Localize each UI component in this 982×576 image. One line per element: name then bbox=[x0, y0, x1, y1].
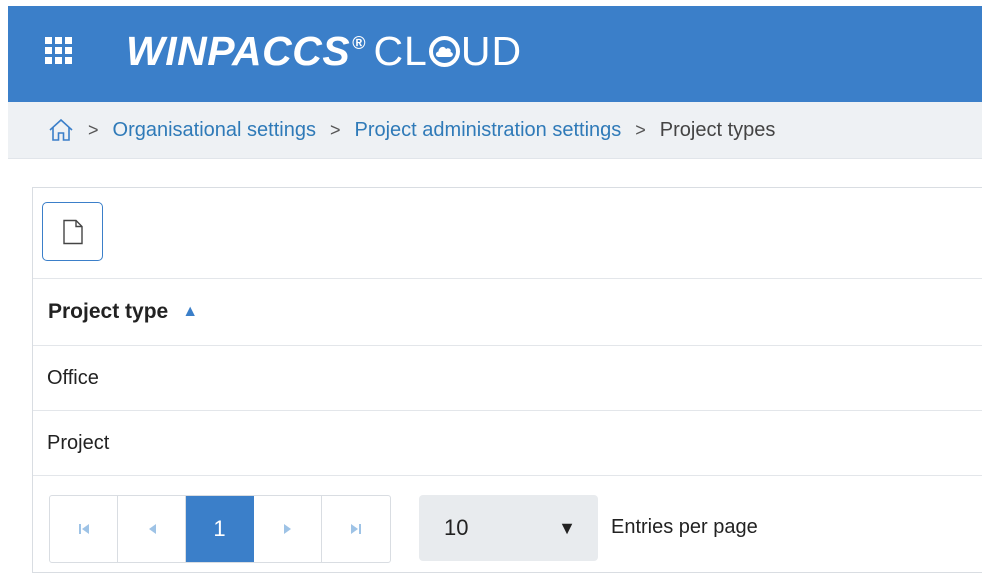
grid-toolbar bbox=[33, 188, 982, 279]
breadcrumb: > Organisational settings > Project admi… bbox=[8, 102, 982, 159]
breadcrumb-project-administration-settings[interactable]: Project administration settings bbox=[354, 119, 621, 142]
table-row[interactable]: Office bbox=[33, 346, 982, 411]
brand-cloud-text: CL UD bbox=[373, 28, 522, 75]
table-row[interactable]: Project bbox=[33, 411, 982, 476]
new-document-icon bbox=[62, 219, 83, 244]
top-header: WINPACCS ® CL UD bbox=[8, 6, 982, 102]
table-cell-project-type: Office bbox=[47, 366, 99, 389]
brand-cloud-prefix: CL bbox=[373, 28, 428, 74]
next-page-icon bbox=[283, 524, 291, 534]
sort-ascending-icon: ▲ bbox=[182, 303, 199, 320]
last-page-button[interactable] bbox=[322, 496, 390, 562]
brand-name: WINPACCS bbox=[126, 28, 351, 74]
breadcrumb-separator: > bbox=[329, 119, 341, 140]
last-page-icon bbox=[351, 524, 361, 534]
column-header-project-type[interactable]: Project type ▲ bbox=[33, 279, 982, 346]
prev-page-icon bbox=[148, 524, 156, 534]
page-1-button[interactable]: 1 bbox=[186, 496, 254, 562]
breadcrumb-project-types: Project types bbox=[659, 118, 776, 141]
breadcrumb-separator: > bbox=[88, 119, 99, 140]
table-cell-project-type: Project bbox=[47, 431, 110, 454]
pagination-bar: 1 10 ▼ Entries per page bbox=[33, 476, 982, 576]
first-page-button[interactable] bbox=[50, 496, 118, 562]
cloud-icon bbox=[428, 36, 460, 67]
project-types-grid: Project type ▲ Office Project 1 10 ▼ Ent… bbox=[32, 187, 982, 573]
breadcrumb-separator: > bbox=[635, 119, 646, 140]
app-grid-icon[interactable] bbox=[45, 37, 73, 65]
breadcrumb-organisational-settings[interactable]: Organisational settings bbox=[113, 119, 316, 142]
brand-logo: WINPACCS ® CL UD bbox=[126, 28, 522, 78]
new-record-button[interactable] bbox=[42, 202, 103, 261]
prev-page-button[interactable] bbox=[118, 496, 186, 562]
first-page-icon bbox=[78, 524, 89, 534]
entries-per-page-label: Entries per page bbox=[611, 516, 758, 538]
page-size-select[interactable]: 10 ▼ bbox=[419, 495, 598, 561]
chevron-down-icon: ▼ bbox=[558, 517, 576, 538]
home-icon[interactable] bbox=[48, 118, 74, 142]
column-header-label: Project type bbox=[48, 300, 169, 323]
page-size-value: 10 bbox=[444, 515, 469, 540]
registered-mark: ® bbox=[352, 33, 366, 53]
pager: 1 bbox=[49, 495, 391, 563]
next-page-button[interactable] bbox=[254, 496, 322, 562]
brand-cloud-suffix: UD bbox=[460, 28, 523, 74]
